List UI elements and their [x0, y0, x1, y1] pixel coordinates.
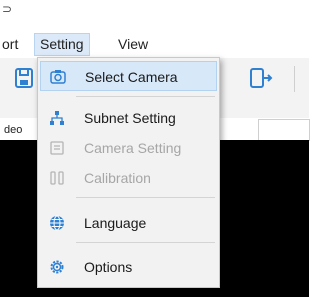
menu-divider [76, 96, 215, 97]
menu-export[interactable]: ort [0, 34, 23, 54]
tab-area-field [258, 119, 310, 141]
menu-item-select-camera[interactable]: Select Camera [40, 61, 217, 91]
save-icon[interactable] [14, 66, 34, 90]
menu-item-label: Options [84, 259, 133, 275]
menu-item-label: Select Camera [85, 69, 178, 85]
menu-item-label: Subnet Setting [84, 110, 176, 126]
menu-item-calibration: Calibration [40, 163, 217, 193]
menu-item-label: Camera Setting [84, 140, 182, 156]
menu-view[interactable]: View [113, 34, 153, 54]
title-bar: ⊃ [0, 0, 309, 30]
app-title-fragment: ⊃ [2, 2, 13, 16]
gear-icon [49, 259, 65, 275]
menu-bar: ort Setting View [0, 30, 309, 58]
camera-settings-icon [49, 140, 65, 156]
menu-item-options[interactable]: Options [40, 252, 217, 282]
menu-setting[interactable]: Setting [34, 33, 90, 56]
globe-icon [49, 215, 65, 231]
tab-video[interactable]: deo [0, 121, 36, 139]
menu-divider [76, 242, 215, 243]
exit-icon[interactable] [248, 66, 274, 90]
menu-item-subnet-setting[interactable]: Subnet Setting [40, 103, 217, 133]
toolbar-divider [294, 66, 295, 92]
network-icon [49, 110, 65, 126]
menu-divider [76, 197, 215, 198]
menu-item-label: Calibration [84, 170, 151, 186]
menu-item-camera-setting: Camera Setting [40, 133, 217, 163]
calibration-icon [49, 170, 65, 186]
menu-item-language[interactable]: Language [40, 208, 217, 238]
camera-icon [50, 69, 66, 85]
setting-menu: Select Camera Subnet Setting Camera Sett… [37, 57, 220, 288]
menu-item-label: Language [84, 215, 147, 231]
